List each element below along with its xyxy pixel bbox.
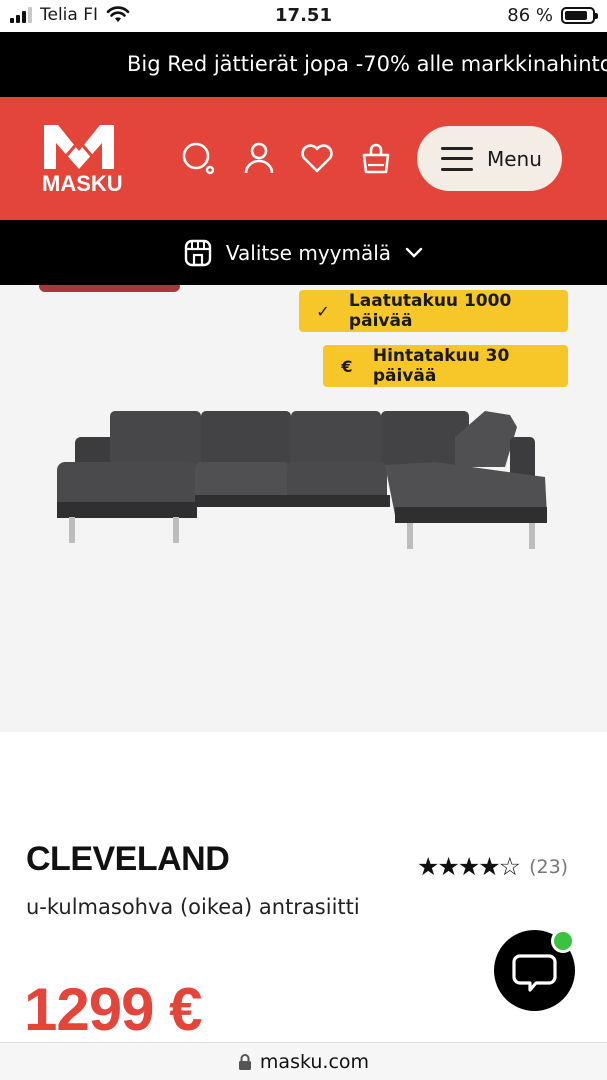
status-right: 86 % <box>507 5 598 26</box>
store-selector[interactable]: Valitse myymälä <box>0 220 607 285</box>
account-icon[interactable] <box>242 141 276 175</box>
price-guarantee-badge: € Hintatakuu 30 päivää <box>323 345 568 387</box>
battery-percent: 86 % <box>507 5 553 26</box>
chevron-down-icon <box>405 247 423 258</box>
check-icon: ✓ <box>316 301 330 321</box>
product-price: 1299 € <box>24 976 203 1043</box>
badge-text: Hintatakuu 30 päivää <box>372 346 510 386</box>
rating-stars: ★★★★☆ <box>417 852 521 881</box>
euro-icon: € <box>341 356 353 376</box>
store-icon <box>184 239 212 266</box>
promo-banner[interactable]: Big Red jättierät jopa -70% alle markkin… <box>0 32 607 97</box>
sofa-image <box>57 411 547 549</box>
quality-guarantee-badge: ✓ Laatutakuu 1000 päivää <box>299 290 568 332</box>
logo-m-icon <box>44 125 114 169</box>
hamburger-icon <box>441 146 473 171</box>
wishlist-icon[interactable] <box>300 141 334 175</box>
product-title: CLEVELAND <box>26 840 230 878</box>
cart-icon[interactable] <box>359 141 393 175</box>
url-domain[interactable]: masku.com <box>260 1051 369 1073</box>
site-header: MASKU Menu <box>0 97 607 220</box>
product-description: u-kulmasohva (oikea) antrasiitti <box>26 895 360 919</box>
online-status-dot <box>551 929 575 953</box>
product-gallery[interactable]: ✓ Laatutakuu 1000 päivää € Hintatakuu 30… <box>0 285 607 732</box>
search-icon[interactable] <box>181 141 215 175</box>
menu-label: Menu <box>487 146 542 171</box>
product-rating[interactable]: ★★★★☆ (23) <box>417 852 568 881</box>
review-count[interactable]: (23) <box>529 856 568 878</box>
menu-button[interactable]: Menu <box>417 126 562 191</box>
badge-text: Laatutakuu 1000 päivää <box>348 291 512 331</box>
logo-text: MASKU <box>42 171 123 196</box>
url-bar[interactable]: masku.com <box>0 1042 607 1080</box>
store-label: Valitse myymälä <box>225 240 392 265</box>
battery-icon <box>561 7 598 24</box>
lock-icon <box>238 1053 251 1070</box>
status-bar: Telia FI 17.51 86 % <box>0 0 607 32</box>
sale-ribbon <box>39 285 180 292</box>
promo-text[interactable]: Big Red jättierät jopa -70% alle markkin… <box>127 52 607 76</box>
masku-logo[interactable]: MASKU <box>42 121 123 196</box>
